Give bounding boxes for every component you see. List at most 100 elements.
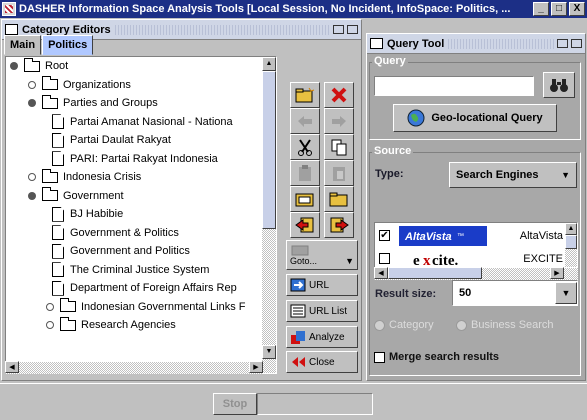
panel-maximize-icon[interactable] [571,39,582,48]
scroll-left-icon[interactable]: ◀ [5,361,19,373]
tree-row[interactable]: Indonesian Governmental Links F [6,298,276,317]
tree-row[interactable]: Department of Foreign Affairs Rep [6,279,276,298]
collapsed-bullet-icon[interactable] [28,80,36,89]
category-tree[interactable]: Root Organizations Parties and Groups Parta… [5,56,277,374]
engine-list-scrollbar[interactable]: ▲ [565,223,577,267]
paste-into-button[interactable] [324,160,354,186]
folder-icon [24,57,40,72]
collapsed-bullet-icon[interactable] [28,173,36,182]
undo-icon [298,116,312,127]
scroll-thumb[interactable] [388,267,482,279]
analyze-button[interactable]: Analyze [286,326,358,348]
delete-button[interactable] [324,82,354,108]
type-select-value: Search Engines [456,169,539,181]
tree-row[interactable]: Partai Daulat Rakyat [6,131,276,150]
tree-row[interactable]: Root [6,57,276,76]
panel-grip[interactable] [114,24,330,35]
panel-minimize-icon[interactable] [333,25,344,34]
tree-row[interactable]: BJ Habibie [6,205,276,224]
excite-checkbox[interactable] [379,253,390,264]
folder-icon [42,168,58,183]
scroll-down-icon[interactable]: ▼ [262,345,276,359]
tree-row[interactable]: The Criminal Justice System [6,261,276,280]
close-window-button[interactable]: X [569,2,585,16]
undo-button[interactable] [290,108,320,134]
engine-list[interactable]: ✔ AltaVista ™ AltaVista e x cite. EXCITE ▲ [374,222,578,268]
expanded-bullet-icon[interactable] [28,191,36,200]
tree-row[interactable]: Organizations [6,76,276,95]
url-button[interactable]: URL [286,274,358,296]
query-tool-header[interactable]: Query Tool [367,34,585,54]
query-input[interactable] [374,76,534,96]
type-select[interactable]: Search Engines ▼ [449,162,577,188]
tree-horizontal-scrollbar[interactable]: ◀ ▶ [5,361,263,374]
tree-row[interactable]: Partai Amanat Nasional - Nationa [6,113,276,132]
merge-results-option[interactable]: Merge search results [374,351,499,363]
engine-list-hscrollbar[interactable]: ◀ ▶ [374,267,578,280]
panel-grip[interactable] [448,38,554,49]
scroll-right-icon[interactable]: ▶ [550,267,564,279]
expanded-bullet-icon[interactable] [28,99,36,108]
merge-results-checkbox[interactable] [374,351,385,363]
app-icon [2,2,16,16]
folder-button[interactable] [324,186,354,212]
maximize-button[interactable]: □ [551,2,567,16]
scroll-up-icon[interactable]: ▲ [262,57,276,71]
type-dropdown-icon[interactable]: ▼ [561,170,570,180]
collapsed-bullet-icon[interactable] [46,302,54,311]
geo-locational-query-button[interactable]: Geo-locational Query [393,104,557,132]
new-folder-button[interactable] [290,82,320,108]
engine-row-altavista[interactable]: ✔ AltaVista ™ AltaVista [375,224,565,247]
tab-main[interactable]: Main [4,35,42,55]
scroll-thumb[interactable] [565,235,577,249]
tree-row[interactable]: Research Agencies [6,316,276,335]
paste-button[interactable] [290,160,320,186]
status-bar: Stop [0,383,587,420]
tree-row[interactable]: PARI: Partai Rakyat Indonesia [6,150,276,169]
category-radio-button[interactable] [374,319,385,331]
import-button[interactable] [324,212,354,238]
expanded-bullet-icon[interactable] [10,62,18,71]
minimize-button[interactable]: _ [533,2,549,16]
scroll-up-icon[interactable]: ▲ [565,223,577,235]
altavista-checkbox[interactable]: ✔ [379,230,390,241]
delete-icon [331,87,347,103]
close-button[interactable]: Close [286,351,358,373]
panel-minimize-icon[interactable] [557,39,568,48]
export-button[interactable] [290,212,320,238]
document-icon [52,243,64,259]
goto-button[interactable]: Goto... ▼ [286,240,358,270]
scroll-thumb[interactable] [262,71,276,229]
engine-row-excite[interactable]: e x cite. EXCITE [375,247,565,267]
tree-vertical-scrollbar[interactable]: ▲ ▼ [262,57,276,373]
merge-results-label: Merge search results [389,351,500,363]
open-folder-button[interactable] [290,186,320,212]
panel-icon [370,38,383,49]
goto-dropdown-icon[interactable]: ▼ [345,256,354,266]
tree-item-label: Root [45,60,69,73]
scroll-left-icon[interactable]: ◀ [374,267,388,279]
url-icon [290,278,306,292]
copy-button[interactable] [324,134,354,160]
category-radio[interactable]: Category [374,319,434,331]
redo-button[interactable] [324,108,354,134]
panel-maximize-icon[interactable] [347,25,358,34]
search-button[interactable] [543,72,575,98]
stop-button[interactable]: Stop [213,393,257,415]
business-search-radio[interactable]: Business Search [456,319,554,331]
category-editors-title: Category Editors [22,23,111,36]
collapsed-bullet-icon[interactable] [46,321,54,330]
business-search-radio-button[interactable] [456,319,467,331]
url-list-button[interactable]: URL List [286,300,358,322]
tree-row[interactable]: Indonesia Crisis [6,168,276,187]
tree-row[interactable]: Government & Politics [6,224,276,243]
tab-politics[interactable]: Politics [42,35,94,55]
tree-row[interactable]: Government [6,187,276,206]
window-title-bar[interactable]: DASHER Information Space Analysis Tools … [0,0,587,18]
result-size-select[interactable]: 50 ▼ [452,280,578,306]
tree-row[interactable]: Parties and Groups [6,94,276,113]
scroll-right-icon[interactable]: ▶ [249,361,263,373]
cut-button[interactable] [290,134,320,160]
tree-row[interactable]: Government and Politics [6,242,276,261]
result-size-dropdown-icon[interactable]: ▼ [555,282,577,304]
